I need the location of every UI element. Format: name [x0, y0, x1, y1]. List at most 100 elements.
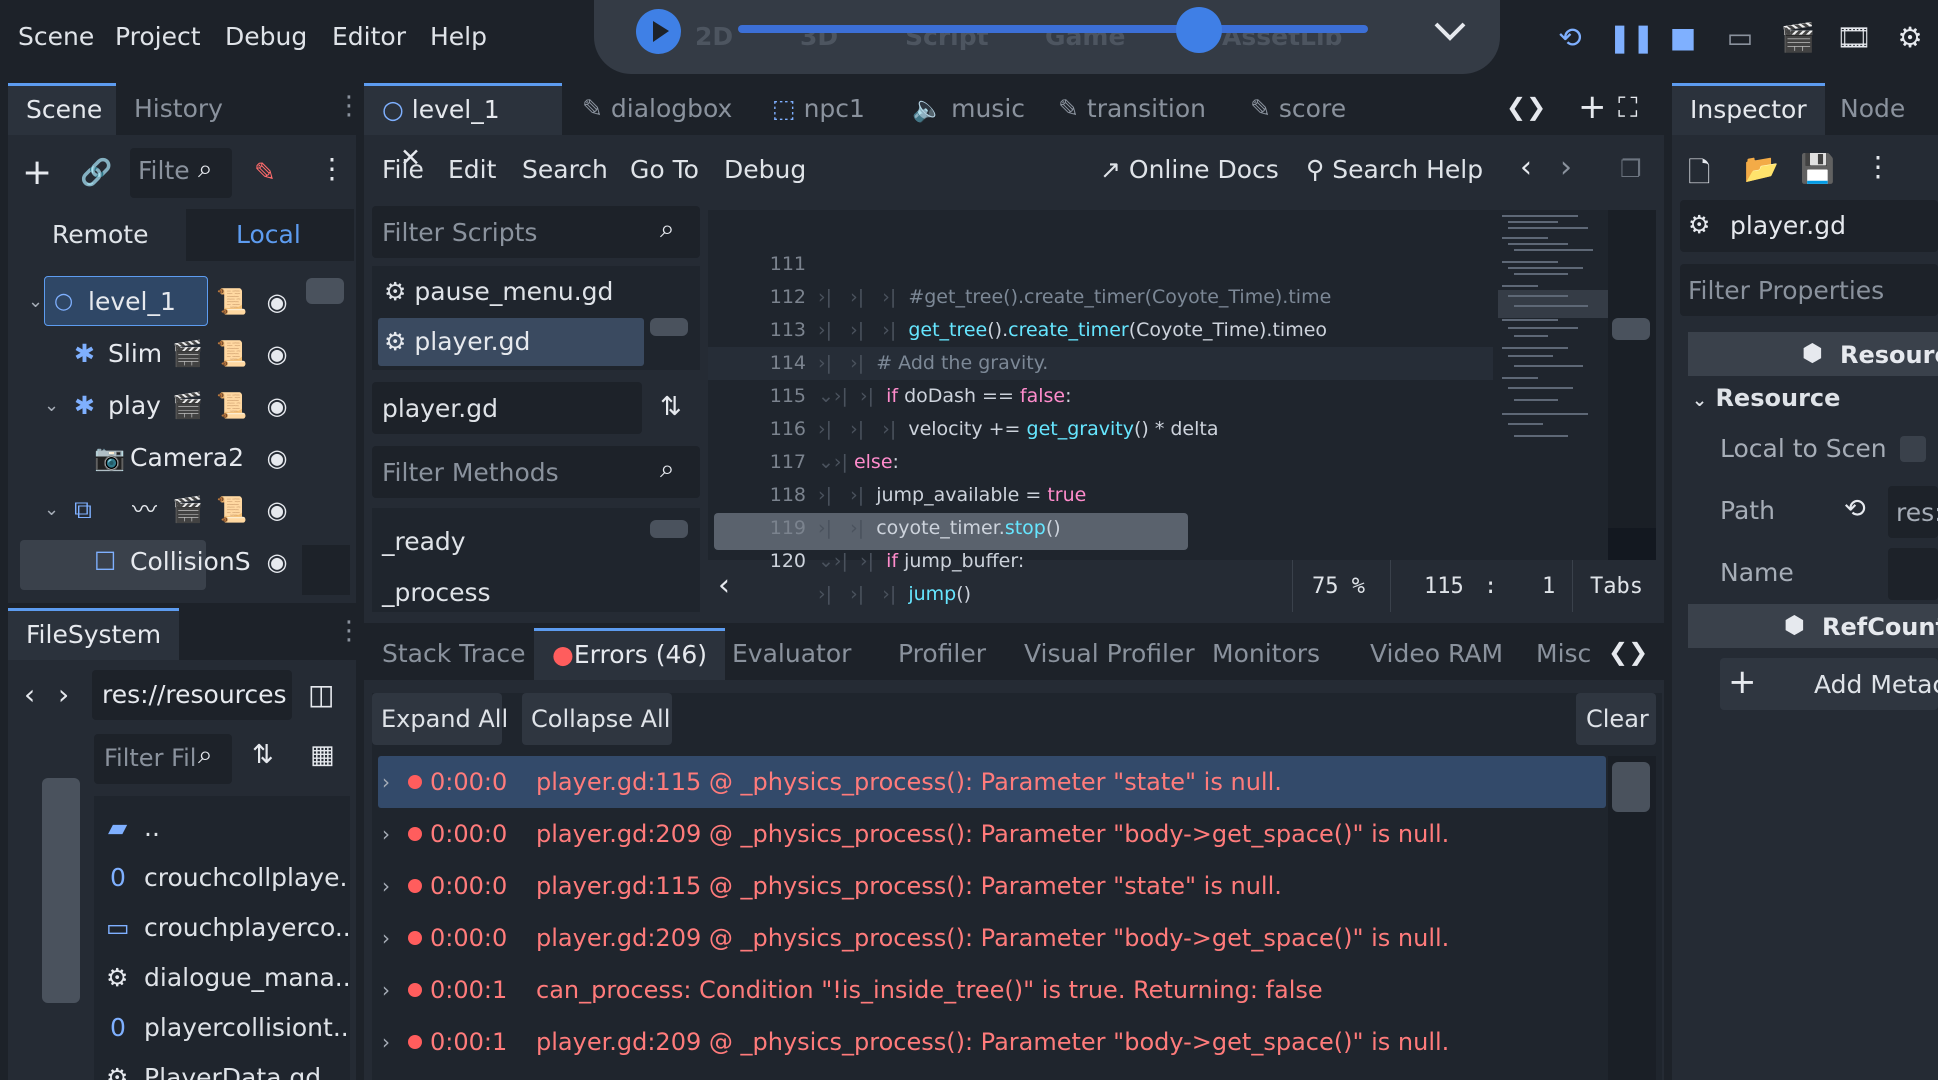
list-item[interactable]: ⚙ dialogue_mana...	[100, 953, 350, 1003]
tab-transition[interactable]: ✎ transition	[1040, 83, 1224, 135]
clear-button[interactable]: Clear	[1576, 693, 1656, 745]
grid-view-icon[interactable]: ▦	[310, 740, 335, 770]
collapse-all-button[interactable]: Collapse All	[522, 693, 672, 745]
menu-help[interactable]: Help	[430, 22, 487, 51]
list-item[interactable]: 0 playercollisiont...	[100, 1003, 350, 1053]
add-node-icon[interactable]: +	[22, 152, 52, 193]
pause-icon[interactable]: ❚❚	[1608, 20, 1655, 56]
filter-methods-input[interactable]: Filter Methods ⌕	[372, 446, 700, 498]
chevron-down-icon[interactable]: ⌄	[28, 277, 43, 327]
revert-icon[interactable]: ⟲	[1844, 494, 1866, 524]
open-folder-icon[interactable]: 📂	[1744, 152, 1779, 185]
method-list-scrollbar[interactable]	[650, 520, 688, 538]
tab-scene[interactable]: Scene	[8, 83, 116, 135]
tree-node-area[interactable]: ⌄ ⧉ 〰 🎬 📜 ◉	[20, 485, 300, 535]
tab-evaluator[interactable]: Evaluator	[714, 628, 869, 680]
play-custom-scene-icon[interactable]: 🎞	[1836, 20, 1872, 56]
tabs-scroll-icon[interactable]: ❮❯	[1506, 93, 1546, 121]
script-item-player[interactable]: ⚙ player.gd	[384, 327, 530, 356]
scene-instance-icon[interactable]: 🎬	[172, 485, 203, 535]
indent-mode[interactable]: Tabs	[1590, 574, 1643, 599]
local-to-scene-checkbox[interactable]	[1900, 436, 1926, 462]
movie-maker-icon[interactable]: ⚙	[1892, 20, 1928, 56]
chevron-right-icon[interactable]: ›	[382, 756, 390, 808]
dock-menu-icon[interactable]: ⋮	[336, 91, 362, 121]
chevron-down-icon[interactable]: ⌄	[44, 485, 59, 535]
tab-npc1[interactable]: ⬚ npc1	[754, 83, 883, 135]
chevron-right-icon[interactable]: ›	[382, 860, 390, 912]
forward-arrow-icon[interactable]: ›	[1560, 150, 1572, 185]
scene-scrollbar[interactable]	[306, 278, 344, 304]
forward-arrow-icon[interactable]: ›	[58, 678, 69, 711]
signal-icon[interactable]: 〰	[132, 485, 157, 535]
volume-slider-knob[interactable]	[1176, 7, 1222, 53]
tab-profiler[interactable]: Profiler	[880, 628, 1004, 680]
menu-debug[interactable]: Debug	[225, 22, 307, 51]
name-value-field[interactable]	[1888, 548, 1938, 600]
code-scrollbar[interactable]	[1612, 318, 1650, 340]
scene-instance-icon[interactable]: 🎬	[172, 381, 203, 431]
error-row[interactable]: › 0:00:1 player.gd:209 @ _physics_process…	[378, 1016, 1606, 1068]
tree-node-play[interactable]: ⌄ ✱ play 🎬 📜 ◉	[20, 381, 300, 431]
tab-node[interactable]: Node	[1822, 83, 1923, 135]
error-row[interactable]: › 0:00:0 player.gd:115 @ _physics_process…	[378, 756, 1606, 808]
search-help-button[interactable]: ⚲ Search Help	[1306, 155, 1483, 184]
distraction-free-icon[interactable]: ⛶	[1618, 91, 1638, 125]
script-menu-goto[interactable]: Go To	[630, 155, 699, 184]
visibility-eye-icon[interactable]: ◉	[262, 547, 292, 577]
tab-level1[interactable]: ○ level_1 ✕	[364, 83, 562, 172]
inspector-menu-icon[interactable]: ⋮	[1864, 150, 1892, 183]
method-item-process[interactable]: _process	[382, 578, 491, 607]
script-icon[interactable]: 📜	[216, 329, 247, 379]
zoom-level[interactable]: 75 %	[1312, 574, 1365, 599]
list-item[interactable]: 0 crouchcollplaye...	[100, 853, 350, 903]
scene-menu-icon[interactable]: ⋮	[318, 152, 346, 185]
sort-icon[interactable]: ⇅	[660, 392, 682, 422]
tab-monitors[interactable]: Monitors	[1194, 628, 1338, 680]
errors-scrollbar[interactable]	[1612, 762, 1650, 812]
tab-2d[interactable]: 2D	[695, 22, 733, 51]
tab-misc[interactable]: Misc	[1518, 628, 1609, 680]
filter-scripts-input[interactable]: Filter Scripts ⌕	[372, 206, 700, 258]
local-button[interactable]: Local	[236, 220, 301, 249]
resource-section-header[interactable]: ⬢ Resourc	[1688, 332, 1938, 376]
list-item[interactable]: ▭ crouchplayerco...	[100, 903, 350, 953]
play-icon[interactable]	[636, 9, 681, 54]
script-menu-file[interactable]: File	[382, 155, 424, 184]
tab-music[interactable]: 🔈 music	[894, 83, 1043, 135]
visibility-eye-icon[interactable]: ◉	[262, 339, 292, 369]
script-menu-search[interactable]: Search	[522, 155, 608, 184]
error-row[interactable]: › 0:00:1 can_process: Condition "!is_insi…	[378, 964, 1606, 1016]
remote-debug-icon[interactable]: ▭	[1722, 20, 1758, 56]
tree-node-camera2[interactable]: 📷 Camera2 ◉	[20, 433, 300, 483]
path-value-field[interactable]: res:	[1888, 486, 1938, 538]
play-scene-icon[interactable]: 🎬	[1780, 20, 1816, 56]
script-remove-icon[interactable]: ✎	[254, 158, 276, 188]
scene-filter-input[interactable]: Filte ⌕	[130, 148, 232, 198]
tabs-scroll-icon[interactable]: ❮❯	[1608, 638, 1648, 666]
list-item[interactable]: ▰ ..	[100, 803, 350, 853]
tab-stack-trace[interactable]: Stack Trace	[364, 628, 543, 680]
error-row[interactable]: › 0:00:0 player.gd:115 @ _physics_process…	[378, 860, 1606, 912]
sort-icon[interactable]: ⇅	[252, 740, 274, 770]
float-window-icon[interactable]: ❐	[1620, 155, 1642, 183]
dock-menu-icon[interactable]: ⋮	[336, 616, 362, 646]
save-icon[interactable]: 💾	[1800, 152, 1835, 185]
script-menu-edit[interactable]: Edit	[448, 155, 496, 184]
script-list-scrollbar[interactable]	[650, 318, 688, 336]
path-field[interactable]: res://resources	[92, 670, 292, 720]
menu-project[interactable]: Project	[115, 22, 201, 51]
chevron-right-icon[interactable]: ›	[382, 808, 390, 860]
chevron-down-icon[interactable]	[1432, 16, 1468, 46]
script-icon[interactable]: 📜	[216, 277, 247, 327]
method-item-ready[interactable]: _ready	[382, 527, 466, 556]
code-editor[interactable]: 111 ›| ›| ›| #get_tree().create_timer(Co…	[708, 210, 1656, 605]
inspected-object[interactable]: ⚙ player.gd	[1680, 200, 1938, 252]
visibility-eye-icon[interactable]: ◉	[262, 495, 292, 525]
tab-errors[interactable]: ●Errors (46)	[534, 628, 726, 680]
remote-button[interactable]: Remote	[52, 220, 148, 249]
filesystem-tree-scrollbar[interactable]	[42, 778, 80, 1003]
chevron-right-icon[interactable]: ›	[382, 1016, 390, 1068]
chevron-right-icon[interactable]: ›	[382, 964, 390, 1016]
tab-inspector[interactable]: Inspector	[1672, 83, 1825, 135]
